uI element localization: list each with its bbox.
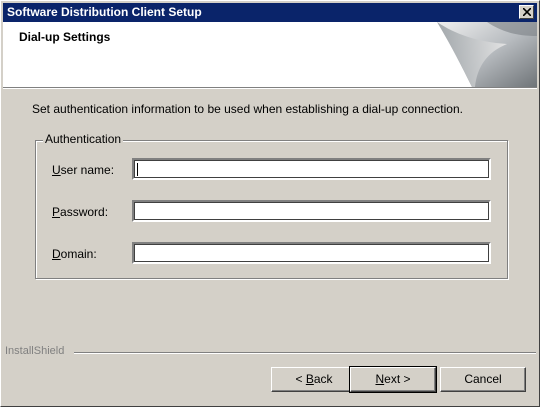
next-label: ext > xyxy=(384,372,411,386)
password-label: Password: xyxy=(52,205,108,219)
installshield-brand: InstallShield xyxy=(5,345,65,357)
authentication-legend: Authentication xyxy=(43,132,124,146)
domain-label: Domain: xyxy=(52,247,97,261)
user-name-input[interactable] xyxy=(132,158,491,180)
password-input[interactable] xyxy=(132,200,491,222)
header-divider xyxy=(3,87,537,89)
user-name-label: User name: xyxy=(52,163,114,177)
back-label: ack xyxy=(313,372,333,386)
window-title: Software Distribution Client Setup xyxy=(7,5,202,19)
user-name-mnemonic: U xyxy=(52,163,61,177)
password-mnemonic: P xyxy=(52,205,61,219)
setup-dialog: Software Distribution Client Setup Dial-… xyxy=(0,0,540,407)
close-button[interactable] xyxy=(519,5,534,19)
domain-label-text: omain: xyxy=(60,247,97,261)
user-name-label-text: ser name: xyxy=(60,163,115,177)
back-mnemonic: B xyxy=(305,372,314,386)
page-title: Dial-up Settings xyxy=(19,30,111,44)
text-caret xyxy=(137,163,138,176)
back-button[interactable]: < Back xyxy=(271,367,357,392)
instruction-text: Set authentication information to be use… xyxy=(32,102,463,116)
back-prefix: < xyxy=(295,372,306,386)
close-icon xyxy=(523,8,531,16)
title-bar[interactable]: Software Distribution Client Setup xyxy=(3,3,537,22)
cancel-button[interactable]: Cancel xyxy=(440,367,526,392)
password-label-text: assword: xyxy=(60,205,109,219)
installshield-graphic-icon xyxy=(437,22,537,87)
header-panel: Dial-up Settings xyxy=(3,22,537,87)
footer-divider xyxy=(74,352,536,354)
domain-input[interactable] xyxy=(132,242,491,264)
next-button[interactable]: Next > xyxy=(349,366,437,393)
domain-mnemonic: D xyxy=(52,247,61,261)
next-mnemonic: N xyxy=(375,372,385,386)
